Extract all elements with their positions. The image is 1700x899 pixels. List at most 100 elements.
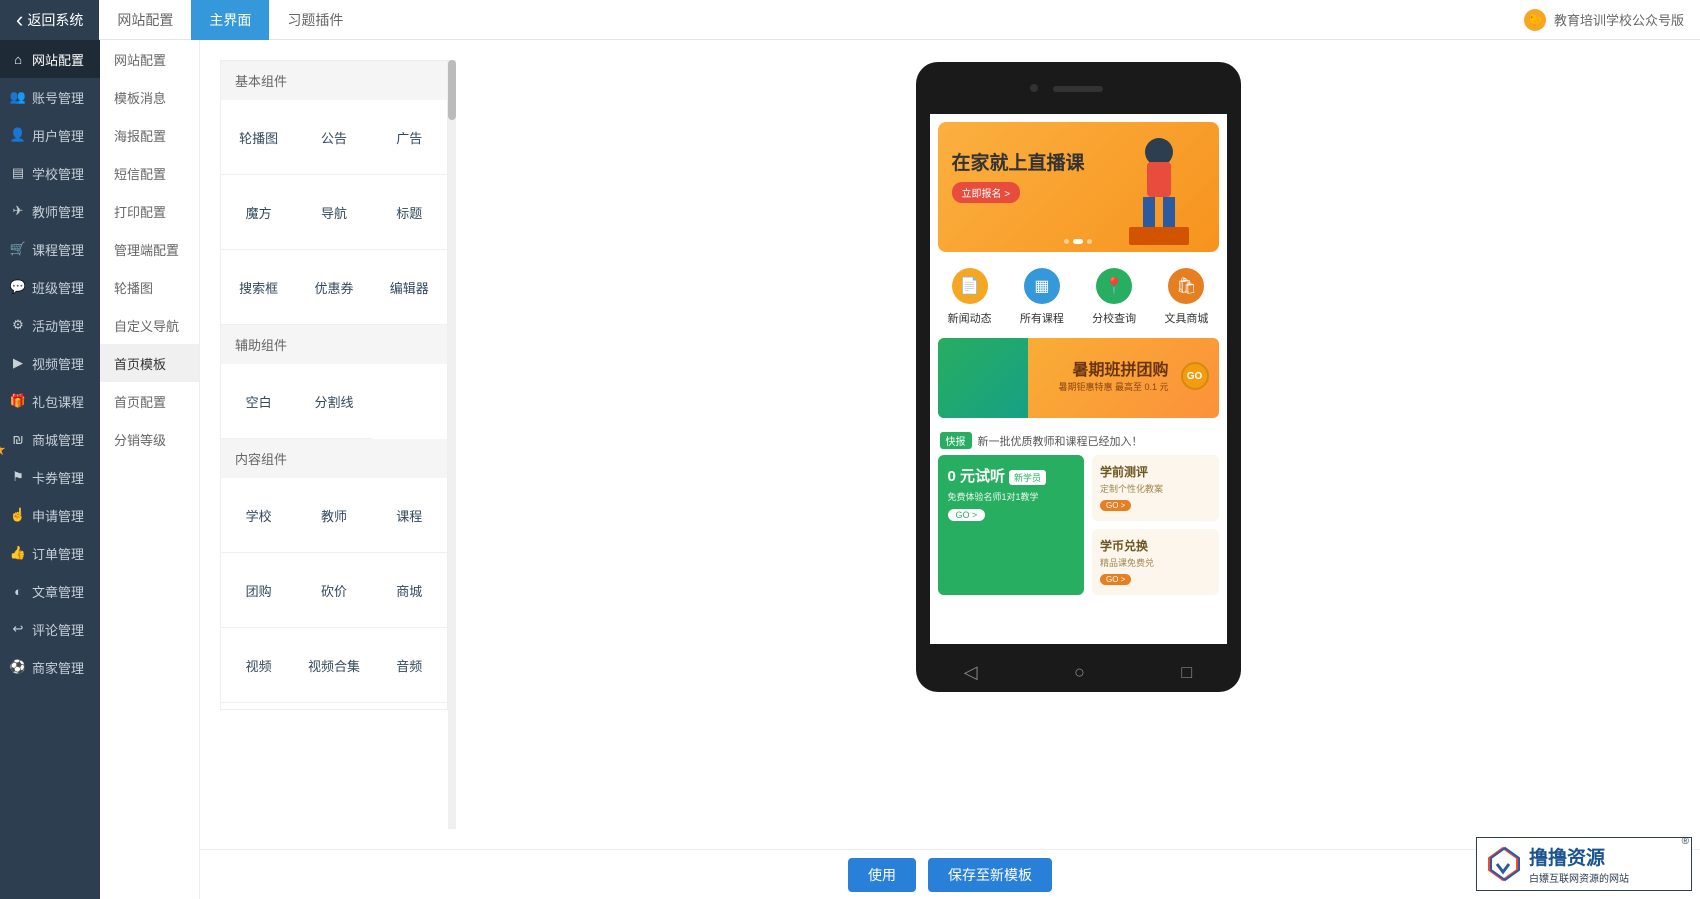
component-item[interactable]: 分割线 [296, 364, 371, 439]
phone-frame: 在家就上直播课 立即报名 > 📄新闻动态 ▦所有课程 📍分校查询 🛍文具商城 暑期班拼… [916, 62, 1241, 692]
sidebar2-item[interactable]: 打印配置 [100, 192, 199, 230]
sidebar2-item[interactable]: 海报配置 [100, 116, 199, 154]
tab-main-ui[interactable]: 主界面 [191, 0, 269, 40]
component-item[interactable]: 优惠券 [296, 250, 371, 325]
sidebar1-item[interactable]: ↩评论管理 [0, 610, 100, 648]
component-item[interactable]: 标题 [372, 175, 447, 250]
component-item[interactable]: 活动报名 [372, 703, 447, 710]
use-button[interactable]: 使用 [848, 858, 916, 892]
sidebar1-icon: 👤 [10, 127, 26, 143]
sidebar2-item[interactable]: 分销等级 [100, 420, 199, 458]
sidebar1-item[interactable]: ₪商城管理 [0, 420, 100, 458]
preview-nav-icon[interactable]: 📍分校查询 [1092, 268, 1136, 326]
promo-illustration [938, 338, 1028, 418]
sidebar2-item[interactable]: 首页配置 [100, 382, 199, 420]
phone-home-icon[interactable]: ○ [1074, 662, 1085, 683]
banner-cta[interactable]: 立即报名 > [952, 182, 1021, 203]
sidebar1-item[interactable]: ✈教师管理 [0, 192, 100, 230]
star-icon: ★ [0, 440, 6, 460]
preview-banner[interactable]: 在家就上直播课 立即报名 > [938, 122, 1219, 252]
card-assessment-go[interactable]: GO > [1100, 500, 1131, 511]
sidebar1-item[interactable]: 🎁礼包课程 [0, 382, 100, 420]
sidebar1-item[interactable]: 👤用户管理 [0, 116, 100, 154]
sidebar1-item[interactable]: 💬班级管理 [0, 268, 100, 306]
sidebar1-item[interactable]: ⚑ 卡券管理 [0, 458, 100, 496]
component-item[interactable]: 导航 [296, 175, 371, 250]
sidebar2-item[interactable]: 首页模板 [100, 344, 199, 382]
component-item[interactable]: 商城 [372, 553, 447, 628]
component-item[interactable]: 团购 [221, 553, 296, 628]
sidebar1-item[interactable]: ◐文章管理 [0, 572, 100, 610]
component-item[interactable]: 空白 [221, 364, 296, 439]
preview-nav-icon[interactable]: 🛍文具商城 [1164, 268, 1208, 326]
card-exchange[interactable]: 学币兑换 精品课免费兑 GO > [1092, 529, 1219, 595]
sidebar1-icon: ⚑ [10, 469, 26, 485]
sidebar1-item[interactable]: 👥账号管理 [0, 78, 100, 116]
sidebar2-item[interactable]: 轮播图 [100, 268, 199, 306]
sidebar1-label: 卡券管理 [32, 468, 84, 487]
component-item[interactable]: 礼包 [296, 703, 371, 710]
promo-title: 暑期班拼团购 [1072, 356, 1168, 380]
component-group-header: 基本组件 [221, 61, 447, 100]
card-trial[interactable]: 0 元试听新学员 免费体验名师1对1教学 GO > [938, 455, 1085, 595]
component-item[interactable]: 搜索框 [221, 250, 296, 325]
sidebar1-item[interactable]: 🛒课程管理 [0, 230, 100, 268]
sidebar1-label: 商城管理 [32, 430, 84, 449]
component-item[interactable]: 视频合集 [296, 628, 371, 703]
card-trial-go[interactable]: GO > [948, 509, 986, 521]
sidebar2-item[interactable]: 网站配置 [100, 40, 199, 78]
promo-go-button[interactable]: GO [1181, 362, 1209, 390]
preview-news[interactable]: 快报 新一批优质教师和课程已经加入！ [930, 426, 1227, 455]
card-exchange-title: 学币兑换 [1100, 537, 1211, 554]
component-item[interactable]: 轮播图 [221, 100, 296, 175]
news-text: 新一批优质教师和课程已经加入！ [978, 433, 1143, 449]
sidebar1-item[interactable]: ⌂网站配置 [0, 40, 100, 78]
component-item[interactable]: 课程 [372, 478, 447, 553]
brand-icon: 🐤 [1524, 9, 1546, 31]
sidebar2-item[interactable]: 短信配置 [100, 154, 199, 192]
scrollbar[interactable] [448, 60, 456, 829]
save-template-button[interactable]: 保存至新模板 [928, 858, 1052, 892]
card-exchange-go[interactable]: GO > [1100, 574, 1131, 585]
component-item[interactable]: 砍价 [296, 553, 371, 628]
sidebar1-item[interactable]: ⚽商家管理 [0, 648, 100, 686]
sidebar-secondary: 网站配置模板消息海报配置短信配置打印配置管理端配置轮播图自定义导航首页模板首页配… [100, 40, 200, 899]
preview-nav-icon[interactable]: 📄新闻动态 [948, 268, 992, 326]
component-item[interactable]: 编辑器 [372, 250, 447, 325]
component-item[interactable]: 音频 [372, 628, 447, 703]
card-trial-sub: 免费体验名师1对1教学 [948, 490, 1075, 503]
back-button[interactable]: 返回系统 [0, 0, 99, 40]
sidebar1-item[interactable]: 👍订单管理 [0, 534, 100, 572]
nav-icon-circle: 📍 [1096, 268, 1132, 304]
sidebar1-item[interactable]: ☝申请管理 [0, 496, 100, 534]
sidebar1-label: 申请管理 [32, 506, 84, 525]
phone-nav-bar: ◁ ○ □ [916, 652, 1241, 692]
preview-promo[interactable]: 暑期班拼团购 暑期钜惠特惠 最高至 0.1 元 GO [938, 338, 1219, 418]
component-item[interactable]: 公告 [296, 100, 371, 175]
tab-site-config[interactable]: 网站配置 [99, 0, 191, 40]
sidebar2-item[interactable]: 自定义导航 [100, 306, 199, 344]
component-item[interactable]: 视频 [221, 628, 296, 703]
banner-illustration [1109, 127, 1209, 247]
card-assessment[interactable]: 学前测评 定制个性化教案 GO > [1092, 455, 1219, 521]
sidebar2-item[interactable]: 模板消息 [100, 78, 199, 116]
component-item[interactable]: 学校 [221, 478, 296, 553]
preview-nav-icon[interactable]: ▦所有课程 [1020, 268, 1064, 326]
phone-recent-icon[interactable]: □ [1181, 662, 1192, 683]
phone-back-icon[interactable]: ◁ [964, 662, 978, 683]
footer-bar: 使用 保存至新模板 [200, 849, 1700, 899]
sidebar1-item[interactable]: ▤学校管理 [0, 154, 100, 192]
component-item[interactable]: 魔方 [221, 175, 296, 250]
component-item[interactable]: 教师 [296, 478, 371, 553]
tab-exercise-plugin[interactable]: 习题插件 [269, 0, 361, 40]
phone-screen[interactable]: 在家就上直播课 立即报名 > 📄新闻动态 ▦所有课程 📍分校查询 🛍文具商城 暑期班拼… [930, 114, 1227, 644]
component-item[interactable]: 新闻 [221, 703, 296, 710]
sidebar1-item[interactable]: ▶视频管理 [0, 344, 100, 382]
sidebar1-item[interactable]: ⚙活动管理 [0, 306, 100, 344]
sidebar1-icon: ✈ [10, 203, 26, 219]
scrollbar-thumb[interactable] [448, 60, 456, 120]
sidebar1-label: 网站配置 [32, 50, 84, 69]
sidebar2-item[interactable]: 管理端配置 [100, 230, 199, 268]
sidebar1-label: 商家管理 [32, 658, 84, 677]
component-item[interactable]: 广告 [372, 100, 447, 175]
